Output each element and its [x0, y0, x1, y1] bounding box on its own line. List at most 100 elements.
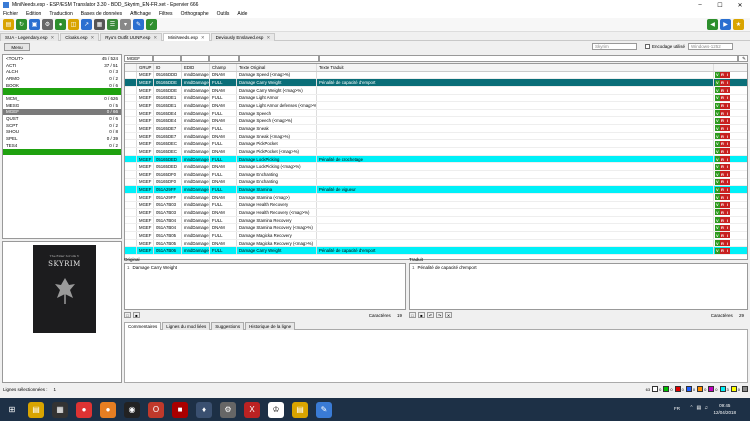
reset-button[interactable]: R — [720, 94, 725, 101]
table-row[interactable]: MGEF05165DE4mndDamageSpe...FULLDamage Sp… — [125, 109, 747, 118]
reset-button[interactable]: R — [720, 194, 725, 201]
edit-icon[interactable]: ✎ — [133, 19, 144, 30]
reset-button[interactable]: R — [720, 224, 725, 231]
close-icon[interactable]: ✕ — [201, 35, 205, 41]
ignore-button[interactable]: I — [725, 140, 730, 147]
validate-button[interactable]: V — [715, 217, 720, 224]
encoding-checkbox[interactable] — [645, 44, 650, 49]
record-type-item[interactable] — [3, 88, 121, 96]
store-icon[interactable]: ▦ — [52, 401, 68, 418]
paste-icon[interactable]: ■ — [133, 312, 140, 318]
validate-button[interactable]: V — [715, 240, 720, 247]
validate-button[interactable]: V — [715, 209, 720, 216]
table-row[interactable]: MGEF05165DE4mndDamageSpe...DNAMDamage Sp… — [125, 117, 747, 126]
undo-icon[interactable]: ↶ — [427, 312, 434, 318]
tab-ryu[interactable]: Ryu's Outfit UUNP.esp ✕ — [100, 33, 163, 41]
ignore-button[interactable]: I — [725, 232, 730, 239]
reset-button[interactable]: R — [720, 171, 725, 178]
table-row[interactable]: MGEF05165DDEmndDamageCar...FULLDamage Ca… — [125, 79, 747, 87]
table-row[interactable]: MGEF05165DECmndDamagePick...DNAMDamage P… — [125, 148, 747, 156]
ignore-button[interactable]: I — [725, 156, 730, 162]
reset-button[interactable]: R — [720, 117, 725, 124]
filter-grup-input[interactable]: MGEF — [124, 55, 153, 62]
validate-button[interactable]: V — [715, 156, 720, 162]
table-row[interactable]: MGEF051A29FFmndDamageSta...FULLDamage St… — [125, 186, 747, 194]
spellcheck-icon[interactable]: ✓ — [146, 19, 157, 30]
table-row[interactable]: MGEF05165DEDmndDamageLoc...DNAMDamage Lo… — [125, 163, 747, 171]
menu-traduction[interactable]: Traduction — [49, 11, 72, 17]
ignore-button[interactable]: I — [725, 194, 730, 201]
traduit-textbox[interactable]: 1 Pénalité de capacité d'emport — [409, 263, 748, 310]
filter-edid-input[interactable] — [181, 55, 209, 62]
validate-button[interactable]: V — [715, 133, 720, 140]
validate-button[interactable]: V — [715, 94, 720, 101]
reset-button[interactable]: R — [720, 209, 725, 216]
ignore-button[interactable]: I — [725, 171, 730, 178]
validate-button[interactable]: V — [715, 102, 720, 109]
filter-icon[interactable]: ▾ — [120, 19, 131, 30]
validate-button[interactable]: V — [715, 194, 720, 201]
encoding-select[interactable]: Windows-1252 — [688, 43, 734, 50]
forward-icon[interactable]: ▶ — [720, 19, 731, 30]
clear-icon[interactable]: ✕ — [445, 312, 452, 318]
language-indicator[interactable]: FR — [674, 406, 680, 411]
ignore-button[interactable]: I — [725, 94, 730, 101]
validate-button[interactable]: V — [715, 110, 720, 117]
table-row[interactable]: MGEF05165DDEmndDamageCar...DNAMDamage Ca… — [125, 86, 747, 95]
validate-button[interactable]: V — [715, 87, 720, 94]
ignore-button[interactable]: I — [725, 79, 730, 86]
folder-icon[interactable]: ▤ — [292, 401, 308, 418]
validate-button[interactable]: V — [715, 247, 720, 254]
ignore-button[interactable]: I — [725, 148, 730, 155]
reset-button[interactable]: R — [720, 186, 725, 193]
notepad-icon[interactable]: ✎ — [316, 401, 332, 418]
table-row[interactable]: MGEF051A7B04mndDamageSta...DNAMDamage St… — [125, 224, 747, 233]
menu-edition[interactable]: Edition — [26, 11, 41, 17]
list-icon[interactable]: ☰ — [107, 19, 118, 30]
record-type-item[interactable]: <TOUT> 45 / 524 — [3, 55, 121, 62]
table-row[interactable]: MGEF05165DECmndDamagePick...FULLDamage P… — [125, 140, 747, 149]
legend-color-swatch[interactable] — [663, 386, 670, 392]
chrome-icon[interactable]: ● — [76, 401, 92, 418]
ignore-button[interactable]: I — [725, 125, 730, 132]
close-icon[interactable]: ✕ — [153, 35, 157, 41]
ignore-button[interactable]: I — [725, 201, 730, 208]
network-icon[interactable]: ▤ — [697, 405, 702, 411]
paste-icon[interactable]: ■ — [418, 312, 425, 318]
tab-suggestions[interactable]: Suggestions — [211, 322, 245, 330]
copy-icon[interactable]: □ — [124, 312, 131, 318]
back-icon[interactable]: ◀ — [707, 19, 718, 30]
opera-icon[interactable]: O — [148, 401, 164, 418]
table-row[interactable]: MGEF05165DF0mndDamageEnc...DNAMDamage En… — [125, 178, 747, 187]
close-button[interactable]: ✕ — [730, 0, 750, 10]
explorer-icon[interactable]: ▤ — [28, 401, 44, 418]
windows-start-icon[interactable]: ⊞ — [4, 402, 20, 418]
tab-deviously[interactable]: Deviously Enslaved.esp ✕ — [210, 33, 276, 41]
table-row[interactable]: MGEF05165DF0mndDamageEnc...FULLDamage En… — [125, 170, 747, 179]
firefox-icon[interactable]: ● — [100, 401, 116, 418]
reset-button[interactable]: R — [720, 247, 725, 254]
menu-orthographe[interactable]: Orthographe — [181, 11, 209, 17]
table-row[interactable]: MGEF051A7B03mndDamageHeal...DNAMDamage H… — [125, 209, 747, 217]
record-type-item[interactable]: SCPT 0 / 2 — [3, 122, 121, 129]
reset-button[interactable]: R — [720, 102, 725, 109]
table-icon[interactable]: ▦ — [94, 19, 105, 30]
col-grup[interactable]: GRUP — [137, 64, 154, 71]
validate-button[interactable]: V — [715, 125, 720, 132]
ignore-button[interactable]: I — [725, 178, 730, 185]
record-type-item[interactable]: BOOK 0 / 6 — [3, 82, 121, 89]
app-x-icon[interactable]: X — [244, 401, 260, 418]
record-type-item[interactable]: TES4 0 / 2 — [3, 142, 121, 149]
table-row[interactable]: MGEF051A7B06mndDamageCar...FULLDamage Ca… — [125, 247, 747, 256]
filter-trad-input[interactable] — [319, 55, 738, 62]
menu-affichage[interactable]: Affichage — [130, 11, 151, 17]
record-type-item[interactable]: MGEF 0 / 66 — [3, 108, 121, 116]
filter-icon[interactable]: ✎ — [738, 55, 748, 62]
record-type-list[interactable]: <TOUT> 45 / 524 ACTI 37 / 51 ALCH 0 / 3 ARMO 0 … — [2, 54, 122, 239]
game-select[interactable]: Skyrim — [592, 43, 637, 50]
col-id[interactable]: ID — [154, 64, 182, 71]
tab-lignes-liees[interactable]: Lignes du mod liées — [162, 322, 211, 330]
reset-button[interactable]: R — [720, 71, 725, 78]
ignore-button[interactable]: I — [725, 209, 730, 216]
close-icon[interactable]: ✕ — [91, 35, 95, 41]
